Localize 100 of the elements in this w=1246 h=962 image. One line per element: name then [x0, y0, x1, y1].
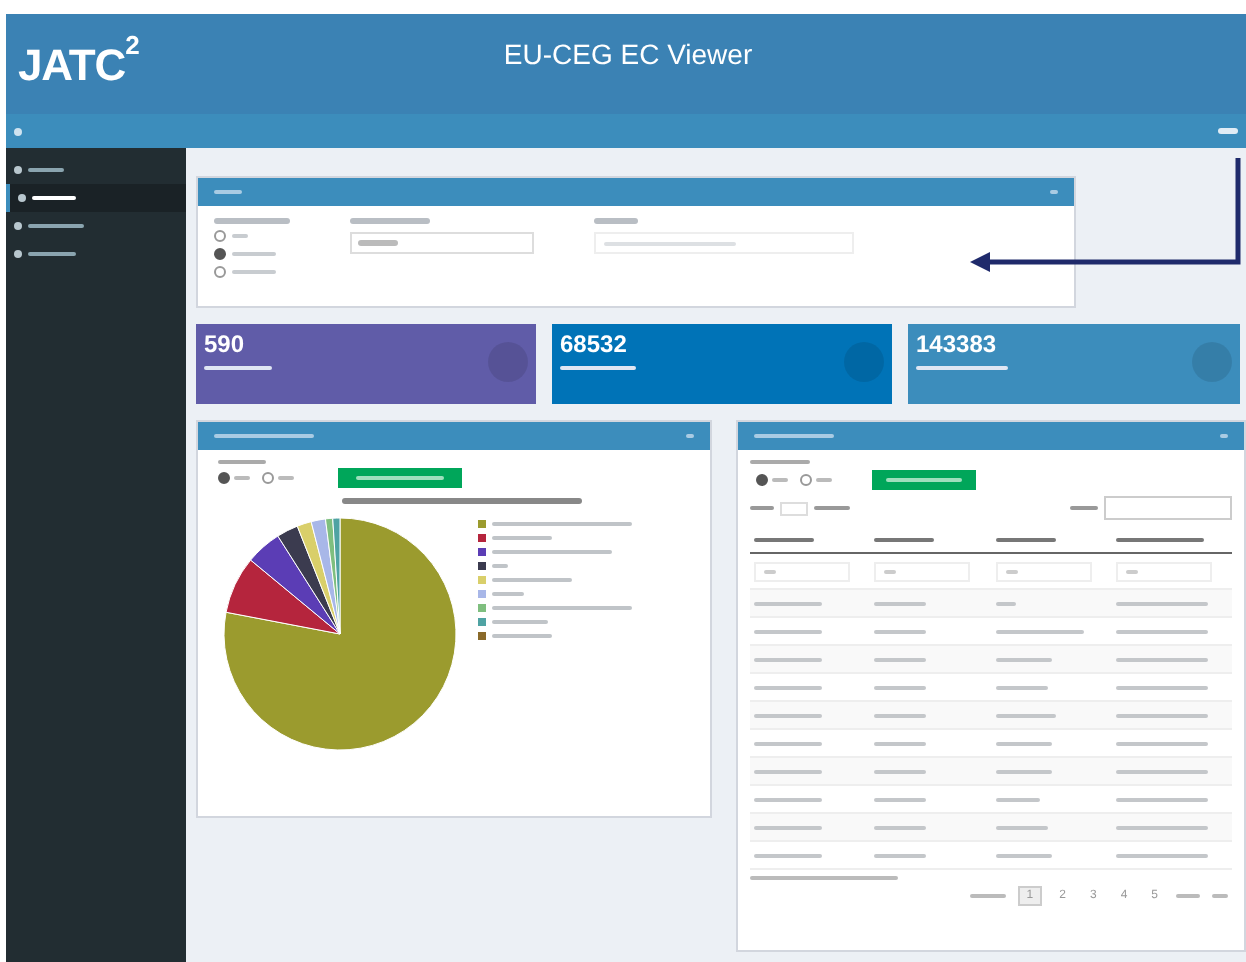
legend-swatch: [478, 520, 486, 528]
radio-button[interactable]: [800, 474, 812, 486]
blurred-line: [492, 620, 548, 624]
blurred-line: [1115, 629, 1208, 633]
legend-swatch: [478, 548, 486, 556]
blurred-line: [204, 366, 272, 370]
blurred-line: [1212, 894, 1228, 898]
blurred-line: [234, 476, 250, 480]
blurred-line: [754, 825, 822, 829]
radio-button[interactable]: [214, 230, 226, 242]
blurred-line: [995, 537, 1055, 541]
blurred-line: [1070, 506, 1098, 510]
input-field[interactable]: [594, 232, 854, 254]
stat-value: 143383: [916, 330, 999, 358]
blurred-line: [754, 713, 822, 717]
legend-swatch: [478, 632, 486, 640]
app-title: EU-CEG EC Viewer: [503, 36, 753, 74]
legend-swatch: [478, 576, 486, 584]
blurred-line: [874, 713, 927, 717]
blurred-line: [874, 825, 927, 829]
blurred-line: [995, 685, 1047, 689]
blurred-line: [28, 168, 64, 172]
blurred-line: [754, 741, 822, 745]
blurred-line: [1115, 601, 1208, 605]
column-filter-field[interactable]: [874, 561, 971, 581]
blurred-line: [874, 853, 927, 857]
blurred-line: [492, 536, 552, 540]
download-button[interactable]: [872, 470, 976, 490]
blurred-line: [1176, 894, 1200, 898]
sidebar-item[interactable]: [6, 184, 186, 212]
logo-superscript: 2: [125, 28, 140, 64]
blurred-line: [754, 629, 822, 633]
blurred-line: [995, 713, 1055, 717]
blurred-line: [1050, 190, 1058, 194]
menu-item-icon: [18, 194, 26, 202]
blurred-line: [995, 629, 1083, 633]
blurred-line: [754, 657, 822, 661]
blurred-line: [32, 196, 76, 200]
legend-swatch: [478, 618, 486, 626]
logo: JATC: [18, 37, 126, 93]
blurred-line: [350, 218, 430, 224]
blurred-line: [1115, 825, 1208, 829]
radio-button[interactable]: [218, 472, 230, 484]
stat-value: 68532: [560, 330, 629, 358]
blurred-line: [1115, 769, 1208, 773]
blurred-line: [995, 601, 1015, 605]
column-filter-field[interactable]: [995, 561, 1091, 581]
blurred-line: [560, 366, 636, 370]
blurred-line: [492, 578, 572, 582]
blurred-line: [995, 797, 1039, 801]
menu-icon[interactable]: [14, 127, 22, 135]
blurred-line: [754, 685, 822, 689]
stat-value: 590: [204, 330, 247, 358]
radio-button[interactable]: [214, 266, 226, 278]
blurred-line: [874, 537, 935, 541]
blurred-line: [1115, 797, 1208, 801]
blurred-line: [278, 476, 294, 480]
blurred-line: [28, 224, 84, 228]
blurred-line: [754, 797, 822, 801]
blurred-line: [28, 252, 76, 256]
blurred-line: [492, 606, 632, 610]
column-filter-field[interactable]: [1115, 561, 1212, 581]
blurred-line: [750, 460, 810, 464]
blurred-line: [604, 241, 736, 245]
blurred-line: [1115, 853, 1208, 857]
blurred-line: [874, 629, 927, 633]
blurred-line: [874, 601, 927, 605]
blurred-line: [874, 657, 927, 661]
blurred-line: [214, 190, 242, 194]
blurred-line: [1115, 741, 1208, 745]
blurred-line: [874, 685, 927, 689]
blurred-line: [594, 218, 638, 224]
blurred-line: [1005, 569, 1017, 573]
blurred-line: [1115, 537, 1204, 541]
blurred-line: [754, 537, 814, 541]
blurred-line: [358, 240, 398, 246]
menu-item-icon: [14, 222, 22, 230]
blurred-line: [492, 634, 552, 638]
blurred-line: [1115, 685, 1208, 689]
blurred-line: [1220, 434, 1228, 438]
blurred-line: [686, 434, 694, 438]
radio-button[interactable]: [214, 248, 226, 260]
blurred-line: [995, 657, 1051, 661]
download-button[interactable]: [338, 468, 462, 488]
radio-button[interactable]: [756, 474, 768, 486]
blurred-line: [750, 506, 774, 510]
blurred-line: [814, 506, 850, 510]
blurred-line: [754, 769, 822, 773]
blurred-line: [214, 218, 290, 224]
blurred-line: [874, 741, 927, 745]
blurred-line: [764, 569, 776, 573]
search-field[interactable]: [1104, 496, 1232, 520]
blurred-line: [492, 564, 508, 568]
menu-item-icon: [14, 250, 22, 258]
select-field[interactable]: [350, 232, 534, 254]
blurred-line: [916, 366, 1008, 370]
blurred-line: [1218, 128, 1238, 134]
column-filter-field[interactable]: [754, 561, 850, 581]
radio-button[interactable]: [262, 472, 274, 484]
blurred-line: [874, 769, 927, 773]
